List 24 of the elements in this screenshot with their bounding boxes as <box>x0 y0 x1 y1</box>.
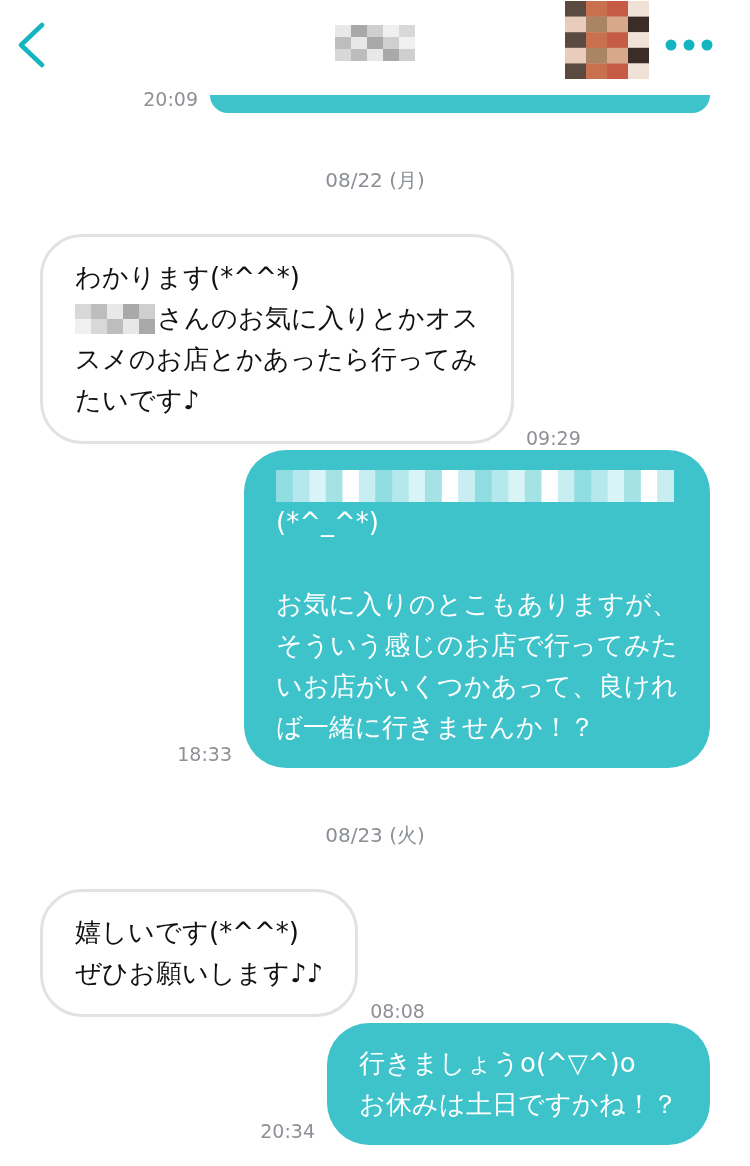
avatar[interactable] <box>565 1 649 79</box>
message-text: お気に入りのとこもありますが、 <box>276 588 678 621</box>
message-text: さんのお気に入りとかオス <box>157 302 479 335</box>
more-button[interactable] <box>665 39 713 51</box>
message-text: 行きましょうo(^▽^)o <box>359 1047 636 1080</box>
message-time: 20:09 <box>143 90 198 109</box>
message-time: 09:29 <box>526 429 581 448</box>
message-text: 嬉しいです(*^^*) <box>75 916 299 949</box>
message-text: ぜひお願いします♪♪ <box>75 957 324 990</box>
more-icon <box>665 39 713 51</box>
message-text: たいです♪ <box>75 384 200 417</box>
message-text: わかります(*^^*) <box>75 261 300 294</box>
back-icon <box>16 22 46 68</box>
date-separator: 08/22 (月) <box>324 167 426 194</box>
message-text: そういう感じのお店で行ってみた <box>276 629 678 662</box>
message-time: 18:33 <box>177 745 232 764</box>
message-text: ば一緒に行きませんか！？ <box>276 711 595 744</box>
message-text: スメのお店とかあったら行ってみ <box>75 343 478 376</box>
message-time: 20:34 <box>260 1122 315 1141</box>
date-separator: 08/23 (火) <box>324 822 426 849</box>
message-text: いお店がいくつかあって、良けれ <box>276 670 678 703</box>
message-text: (*^_^*) <box>276 506 379 539</box>
message-time: 08:08 <box>370 1002 425 1021</box>
message-text: お休みは土日ですかね！？ <box>359 1088 678 1121</box>
